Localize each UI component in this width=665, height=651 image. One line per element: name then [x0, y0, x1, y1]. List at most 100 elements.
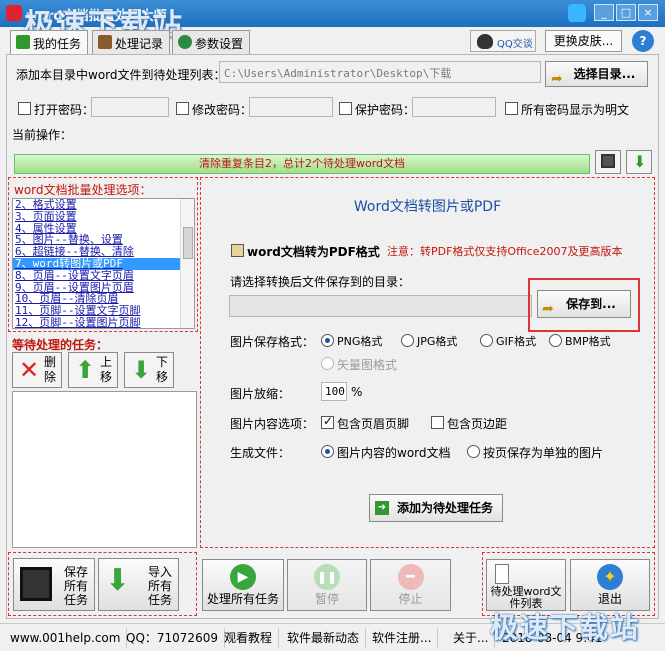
register-link[interactable]: 软件注册... [366, 628, 439, 648]
protect-password-label: 保护密码： [355, 103, 416, 117]
floppy-icon [601, 154, 615, 168]
close-button[interactable]: × [638, 4, 658, 21]
import-icon: ⬇ [105, 563, 131, 598]
modify-password-label: 修改密码： [192, 103, 253, 117]
app-icon [6, 5, 22, 21]
arrow-right-icon: ➜ [375, 501, 389, 515]
document-icon [495, 564, 509, 584]
select-dir-button[interactable]: ➦ 选择目录... [545, 61, 648, 87]
tab-records[interactable]: 处理记录 [92, 30, 171, 54]
save-all-tasks-button[interactable]: 保存所有任务 [13, 558, 95, 611]
dir-path-field[interactable]: C:\Users\Administrator\Desktop\下载 [219, 61, 541, 83]
jpg-radio[interactable] [401, 334, 414, 347]
gen-word-radio[interactable] [321, 445, 334, 458]
list-scrollbar[interactable] [180, 199, 194, 328]
download-icon: ⬇ [633, 152, 647, 171]
modify-password-field[interactable] [249, 97, 333, 117]
pdf-label: word文档转为PDF格式 [247, 245, 380, 259]
qq-penguin-icon [477, 34, 493, 49]
convert-panel [200, 177, 655, 548]
task-icon [16, 35, 30, 49]
protect-password-checkbox[interactable] [339, 102, 352, 115]
change-skin-button[interactable]: 更换皮肤... [545, 30, 622, 52]
list-item[interactable]: 3、页面设置 [13, 210, 194, 223]
tutorial-link[interactable]: 观看教程 [218, 628, 280, 648]
progress-bar: 清除重复条目2，总计2个待处理word文档 [14, 154, 590, 174]
briefcase-icon [98, 35, 112, 49]
modify-password-checkbox[interactable] [176, 102, 189, 115]
exit-button[interactable]: ✦ 退出 [570, 559, 650, 611]
list-item[interactable]: 12、页脚--设置图片页脚 [13, 317, 194, 328]
pause-icon: ❚❚ [314, 564, 340, 590]
show-passwords-label: 所有密码显示为明文 [521, 103, 630, 117]
scroll-thumb[interactable] [183, 227, 193, 259]
save-dir-label: 请选择转换后文件保存到的目录： [230, 275, 411, 289]
play-icon: ▶ [230, 564, 256, 590]
dir-label: 添加本目录中word文件到待处理列表： [16, 68, 226, 82]
delete-x-icon: ✕ [19, 356, 40, 384]
move-up-button[interactable]: ⬆ 上移 [68, 352, 118, 388]
floppy-icon [20, 567, 52, 601]
tab-my-tasks[interactable]: 我的任务 [10, 30, 89, 55]
watermark-logo-bottom: 极速下载站 [490, 611, 641, 644]
tab-settings[interactable]: 参数设置 [172, 30, 251, 54]
jpg-label: JPG格式 [417, 335, 458, 348]
options-list[interactable]: 2、格式设置 3、页面设置 4、属性设置 5、图片--替换、设置 6、超链接--… [12, 198, 195, 329]
zoom-unit: % [351, 385, 363, 399]
tab-label: 处理记录 [115, 37, 164, 51]
pdf-note: 注意：转PDF格式仅支持Office2007及更高版本 [387, 245, 623, 258]
list-item[interactable]: 8、页眉--设置文字页眉 [13, 269, 194, 282]
png-radio[interactable] [321, 334, 334, 347]
gif-label: GIF格式 [496, 335, 537, 348]
open-password-label: 打开密码： [34, 103, 95, 117]
open-password-checkbox[interactable] [18, 102, 31, 115]
current-op-label: 当前操作： [12, 128, 73, 142]
tree-icon [178, 35, 192, 49]
vector-label: 矢量图格式 [337, 358, 398, 372]
process-all-button[interactable]: ▶ 处理所有任务 [202, 559, 284, 611]
include-header-checkbox[interactable] [321, 414, 334, 429]
delete-task-button[interactable]: ✕ 删除 [12, 352, 62, 388]
about-link[interactable]: 关于... [447, 628, 496, 648]
save-dir-field[interactable] [229, 295, 532, 317]
open-password-field[interactable] [91, 97, 169, 117]
pause-button[interactable]: ❚❚ 暂停 [287, 559, 367, 611]
pdf-checkbox[interactable] [231, 244, 244, 257]
gen-images-label: 按页保存为单独的图片 [483, 446, 604, 460]
exit-runner-icon: ✦ [597, 564, 623, 590]
folder-icon: ➦ [542, 301, 554, 317]
tab-label: 参数设置 [195, 37, 244, 51]
list-item-selected[interactable]: 7、word转图片或PDF [13, 258, 194, 270]
arrow-down-icon: ⬇ [131, 356, 152, 384]
add-task-button[interactable]: ➜ 添加为待处理任务 [369, 494, 503, 522]
save-to-button[interactable]: ➦ 保存到... [537, 290, 631, 318]
gen-word-label: 图片内容的word文档 [337, 446, 451, 460]
download-button[interactable]: ⬇ [626, 150, 652, 174]
vector-radio[interactable] [321, 357, 334, 370]
move-down-button[interactable]: ⬇ 下移 [124, 352, 174, 388]
arrow-up-icon: ⬆ [75, 356, 96, 384]
minimize-button[interactable]: _ [594, 4, 614, 21]
skin-shirt-icon[interactable] [568, 4, 586, 22]
import-all-tasks-button[interactable]: ⬇ 导入所有任务 [98, 558, 179, 611]
help-icon[interactable]: ? [632, 30, 654, 52]
qq-number: QQ：71072609 [120, 628, 225, 648]
stop-button[interactable]: ━ 停止 [370, 559, 451, 611]
gen-images-radio[interactable] [467, 445, 480, 458]
maximize-button[interactable]: □ [616, 4, 636, 21]
qq-chat-button[interactable]: QQ交谈 [470, 30, 536, 52]
show-passwords-checkbox[interactable] [505, 102, 518, 115]
include-margin-checkbox[interactable] [431, 416, 444, 429]
protect-password-field[interactable] [412, 97, 496, 117]
gif-radio[interactable] [480, 334, 493, 347]
news-link[interactable]: 软件最新动态 [281, 628, 367, 648]
bmp-radio[interactable] [549, 334, 562, 347]
file-list-button[interactable]: 待处理word文件列表 [486, 559, 566, 611]
waiting-task-list[interactable] [12, 391, 197, 548]
site-link[interactable]: www.001help.com [4, 628, 128, 648]
zoom-input[interactable]: 100 [321, 382, 347, 401]
save-log-button[interactable] [595, 150, 621, 174]
gen-file-label: 生成文件： [230, 446, 291, 460]
bmp-label: BMP格式 [565, 335, 611, 348]
format-label: 图片保存格式： [230, 335, 315, 349]
